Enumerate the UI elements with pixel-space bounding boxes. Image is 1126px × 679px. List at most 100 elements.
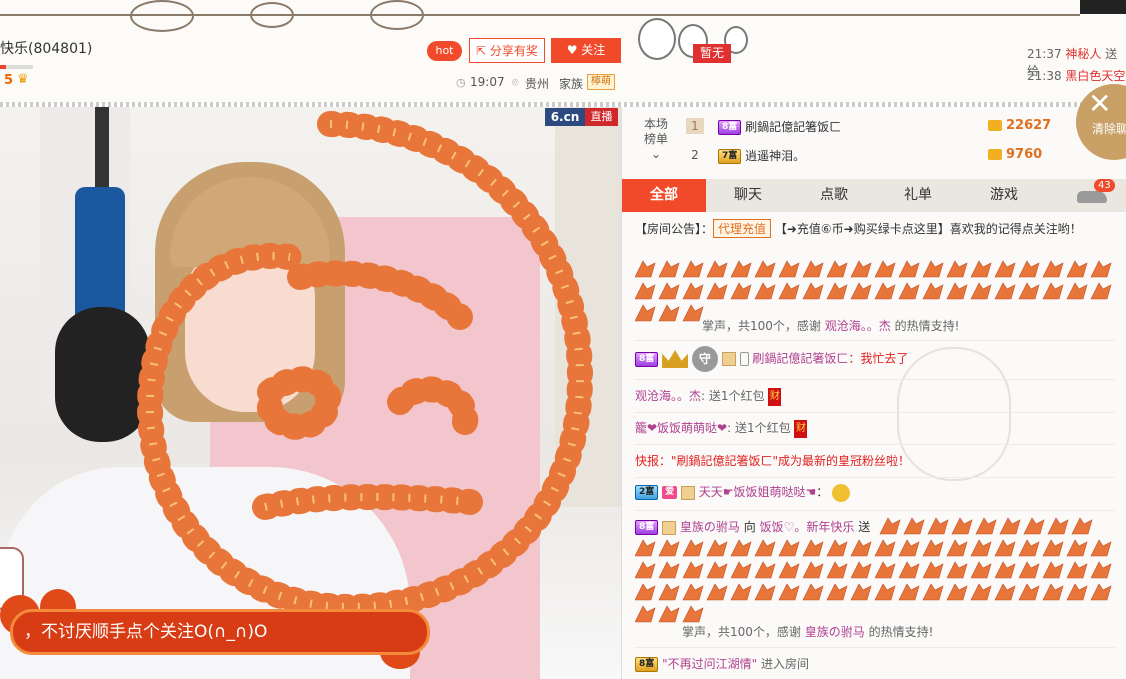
applause-hand-icon: [706, 561, 728, 579]
applause-gift-icons-2: [635, 517, 1112, 623]
applause-hand-icon: [999, 517, 1021, 535]
user-name[interactable]: 刷鍋記億記箸饭ㄈ: [752, 352, 848, 366]
hot-button[interactable]: hot: [427, 41, 462, 61]
site-logo: 6.cn: [545, 108, 585, 126]
applause-hand-icon: [970, 282, 992, 300]
applause-hand-icon: [802, 260, 824, 278]
follow-button[interactable]: ♥ 关注: [551, 38, 621, 63]
notice-prefix: 【房间公告】：: [635, 222, 714, 236]
flash-news-message: 快报："刷鍋記億記箸饭ㄈ"成为最新的皇冠粉丝啦！: [635, 454, 911, 468]
applause-hand-icon: [658, 561, 680, 579]
applause-hand-icon: [754, 282, 776, 300]
applause-hand-icon: [754, 260, 776, 278]
red-packet-icon[interactable]: 财: [768, 387, 782, 406]
user-name[interactable]: 天天☛饭饭姐萌哒哒☚: [699, 485, 817, 499]
red-packet-message: 观沧海。。杰: 送1个红包 财: [635, 387, 782, 406]
applause-hand-icon: [706, 583, 728, 601]
user-name[interactable]: 观沧海。。杰: [825, 319, 891, 333]
applause-hand-icon: [898, 539, 920, 557]
red-packet-icon[interactable]: 财: [794, 419, 808, 438]
gift-feed-line: 21:38 黑白色天空: [1027, 69, 1126, 83]
location-pin-icon: ⌾: [512, 76, 519, 89]
applause-hand-icon: [994, 260, 1016, 278]
wealth-level-badge: 8富: [635, 351, 659, 367]
notice-text[interactable]: 【➜充值⑥币➜购买绿卡点这里】喜欢我的记得点关注哟！: [775, 222, 1082, 236]
location: 贵州: [525, 77, 550, 91]
applause-hand-icon: [826, 539, 848, 557]
tab-all[interactable]: 全部: [622, 179, 706, 212]
top-decoration-strip: [0, 0, 1126, 32]
room-title: 快乐(804801): [0, 41, 93, 57]
applause-hand-icon: [994, 583, 1016, 601]
rank-user-name[interactable]: 逍遥神泪。: [745, 149, 805, 163]
ranking-row[interactable]: 2 7富 逍遥神泪。 9760: [686, 144, 1126, 168]
user-name[interactable]: 籠❤饭饭萌萌哒❤: [635, 421, 727, 435]
room-notice: 【房间公告】： 代理充值 【➜充值⑥币➜购买绿卡点这里】喜欢我的记得点关注哟！: [635, 219, 1082, 238]
applause-hand-icon: [898, 282, 920, 300]
applause-hand-icon: [898, 260, 920, 278]
applause-hand-icon: [903, 517, 925, 535]
applause-hand-icon: [778, 561, 800, 579]
ranking-row[interactable]: 1 8富 刷鍋記億記箸饭ㄈ 22627: [686, 115, 1126, 139]
applause-hand-icon: [754, 583, 776, 601]
applause-hand-icon: [635, 260, 656, 278]
user-name[interactable]: "不再过问江湖情": [662, 657, 757, 671]
share-button[interactable]: ⇱ 分享有奖: [469, 38, 545, 63]
decorative-branch: [130, 0, 194, 32]
ranking-label[interactable]: 本场 榜单 ⌄: [641, 117, 671, 162]
applause-hand-icon: [635, 282, 656, 300]
user-name[interactable]: 观沧海。。杰: [635, 389, 701, 403]
chat-panel: 本场 榜单 ⌄ 1 8富 刷鍋記億記箸饭ㄈ 22627 2 7富 逍遥神泪。 976…: [621, 107, 1126, 679]
car-count-badge: 43: [1094, 179, 1115, 192]
applause-hand-icon: [802, 282, 824, 300]
applause-hand-icon: [682, 282, 704, 300]
chevron-down-icon: ⌄: [650, 147, 662, 161]
rank-number: 1: [686, 118, 704, 134]
applause-hand-icon: [826, 260, 848, 278]
applause-hand-icon: [1066, 561, 1088, 579]
applause-hand-icon: [1018, 561, 1040, 579]
red-packet-message: 籠❤饭饭萌萌哒❤: 送1个红包 财: [635, 419, 808, 438]
applause-hand-icon: [874, 282, 896, 300]
notice-tag[interactable]: 代理充值: [713, 219, 772, 238]
tab-gift-list[interactable]: 礼单: [876, 179, 960, 212]
tab-games[interactable]: 游戏: [962, 179, 1046, 212]
applause-hand-icon: [1090, 282, 1112, 300]
level-progress-bar: [0, 65, 33, 69]
applause-hand-icon: [1018, 539, 1040, 557]
message-divider: [635, 477, 1115, 478]
applause-hand-icon: [706, 260, 728, 278]
coin-icon: [988, 120, 1002, 131]
video-player[interactable]: 6.cn 直播 ，不讨厌顺手点个关注O(∩_∩)O: [0, 107, 621, 679]
applause-hand-icon: [1066, 260, 1088, 278]
top-right-dark-bar: [1080, 0, 1126, 14]
car-icon[interactable]: [1077, 191, 1107, 203]
applause-hand-icon: [730, 583, 752, 601]
host-level: 5: [4, 73, 14, 88]
message-divider: [635, 444, 1115, 445]
applause-hand-icon: [850, 561, 872, 579]
message-divider: [635, 340, 1115, 341]
applause-hand-icon: [874, 561, 896, 579]
user-name[interactable]: 皇族の驸马: [805, 625, 865, 639]
tab-chat[interactable]: 聊天: [706, 179, 790, 212]
gift-spiral-animation: [136, 111, 594, 621]
family-badge[interactable]: 檸萌: [587, 74, 615, 90]
applause-hand-icon: [635, 304, 656, 322]
applause-hand-icon: [1042, 583, 1064, 601]
applause-hand-icon: [975, 517, 997, 535]
rank-user-name[interactable]: 刷鍋記億記箸饭ㄈ: [745, 120, 841, 134]
applause-hand-icon: [826, 561, 848, 579]
tab-songs[interactable]: 点歌: [792, 179, 876, 212]
clear-chat-label: 清除聊: [1092, 122, 1126, 136]
decorative-branch: [370, 0, 424, 30]
applause-hand-icon: [994, 539, 1016, 557]
applause-hand-icon: [778, 282, 800, 300]
applause-hand-icon: [946, 561, 968, 579]
applause-hand-icon: [898, 583, 920, 601]
applause-hand-icon: [1066, 282, 1088, 300]
applause-hand-icon: [922, 583, 944, 601]
user-badge-icon: [721, 352, 736, 366]
applause-hand-icon: [970, 260, 992, 278]
background-character: [897, 347, 1011, 481]
